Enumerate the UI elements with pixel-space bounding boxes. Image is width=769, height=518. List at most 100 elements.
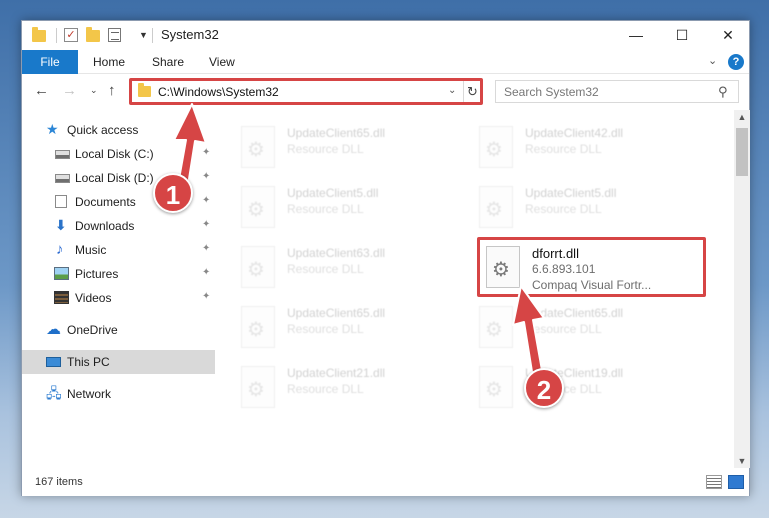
expand-ribbon-chevron-icon[interactable]: ⌄ <box>708 54 717 67</box>
search-icon[interactable]: ⚲ <box>718 84 728 100</box>
ribbon-tabs: File Home Share View ⌄ ? <box>22 50 749 74</box>
details-view-icon[interactable] <box>706 475 722 489</box>
file-type: Resource DLL <box>525 202 602 216</box>
computer-icon <box>46 357 61 367</box>
separator <box>56 28 57 43</box>
sidebar-item-network[interactable]: 🖧 Network <box>22 382 215 406</box>
pin-icon[interactable]: ✦ <box>202 291 210 302</box>
sidebar-item-quick-access[interactable]: ★ Quick access <box>22 118 215 142</box>
file-list: UpdateClient65.dll Resource DLL UpdateCl… <box>215 110 734 468</box>
quick-access-toolbar-dropdown-icon[interactable]: ▼ <box>139 30 148 40</box>
list-item[interactable]: UpdateClient42.dll Resource DLL <box>473 120 703 176</box>
sidebar-item-label: OneDrive <box>67 323 118 337</box>
dll-file-icon <box>479 366 513 408</box>
address-highlight-box <box>129 78 483 105</box>
folder-icon <box>32 27 46 42</box>
tab-file[interactable]: File <box>22 50 78 74</box>
dll-file-icon <box>241 306 275 348</box>
sidebar-item-onedrive[interactable]: ☁ OneDrive <box>22 318 215 342</box>
list-item[interactable]: UpdateClient5.dll Resource DLL <box>235 180 465 236</box>
list-item[interactable]: UpdateClient21.dll Resource DLL <box>235 360 465 416</box>
cloud-icon: ☁ <box>46 321 61 338</box>
file-type: Resource DLL <box>287 262 364 276</box>
vertical-scrollbar[interactable]: ▲ ▼ <box>734 110 750 468</box>
pin-icon[interactable]: ✦ <box>202 171 210 182</box>
scroll-down-icon[interactable]: ▼ <box>734 456 750 466</box>
pin-icon[interactable]: ✦ <box>202 147 210 158</box>
sidebar-item-label: Documents <box>75 195 136 209</box>
properties-check-icon[interactable]: ✓ <box>64 28 78 42</box>
up-arrow-icon[interactable]: ↑ <box>108 82 116 99</box>
recent-locations-chevron-icon[interactable]: ⌄ <box>90 85 98 96</box>
file-type: Resource DLL <box>287 142 364 156</box>
sidebar-item-label: Videos <box>75 291 112 305</box>
videos-icon <box>54 291 69 304</box>
step-2-badge: 2 <box>524 368 564 408</box>
sidebar-item-label: Pictures <box>75 267 119 281</box>
file-name: UpdateClient63.dll <box>287 246 386 260</box>
large-icons-view-icon[interactable] <box>728 475 744 489</box>
dll-file-icon <box>479 126 513 168</box>
file-name: UpdateClient65.dll <box>525 306 624 320</box>
file-type: Resource DLL <box>287 202 364 216</box>
network-icon: 🖧 <box>46 385 62 401</box>
file-name: UpdateClient42.dll <box>525 126 624 140</box>
dll-file-icon <box>241 126 275 168</box>
search-placeholder: Search System32 <box>504 85 599 99</box>
list-item[interactable]: UpdateClient65.dll Resource DLL <box>473 300 703 356</box>
download-icon: ⬇ <box>55 217 67 233</box>
minimize-button[interactable]: — <box>613 21 659 50</box>
scroll-up-icon[interactable]: ▲ <box>734 112 750 122</box>
sidebar-item-videos[interactable]: Videos ✦ <box>22 286 215 310</box>
tab-view[interactable]: View <box>209 50 235 74</box>
help-icon[interactable]: ? <box>728 54 744 70</box>
sidebar-item-this-pc[interactable]: This PC <box>22 350 215 374</box>
list-item[interactable]: UpdateClient5.dll Resource DLL <box>473 180 703 236</box>
sidebar-item-label: Downloads <box>75 219 135 233</box>
search-input[interactable]: Search System32 ⚲ <box>495 80 739 103</box>
drive-icon <box>55 150 70 159</box>
file-name: UpdateClient21.dll <box>287 366 386 380</box>
star-icon: ★ <box>46 121 59 137</box>
file-name: UpdateClient5.dll <box>525 186 617 200</box>
sidebar-item-downloads[interactable]: ⬇ Downloads ✦ <box>22 214 215 238</box>
status-bar: 167 items <box>22 468 749 496</box>
tab-share[interactable]: Share <box>152 50 184 74</box>
list-item[interactable]: UpdateClient19.dll Resource DLL <box>473 360 703 416</box>
scroll-thumb[interactable] <box>736 128 748 176</box>
list-item[interactable]: UpdateClient65.dll Resource DLL <box>235 300 465 356</box>
separator <box>152 28 153 43</box>
drive-icon <box>55 174 70 183</box>
file-type: Resource DLL <box>287 322 364 336</box>
explorer-window: ✓ ▼ System32 — ☐ ✕ File Home Share View … <box>21 20 750 496</box>
window-title: System32 <box>161 27 219 42</box>
tab-home[interactable]: Home <box>93 50 125 74</box>
dll-file-icon <box>241 246 275 288</box>
dll-file-icon <box>479 186 513 228</box>
close-button[interactable]: ✕ <box>705 21 751 50</box>
properties-icon[interactable] <box>108 28 121 42</box>
file-name: UpdateClient65.dll <box>287 306 386 320</box>
forward-arrow-icon[interactable]: → <box>62 82 77 99</box>
file-type: Resource DLL <box>525 322 602 336</box>
sidebar-item-music[interactable]: ♪ Music ✦ <box>22 238 215 262</box>
sidebar-item-pictures[interactable]: Pictures ✦ <box>22 262 215 286</box>
maximize-button[interactable]: ☐ <box>659 21 705 50</box>
pictures-icon <box>54 267 69 280</box>
file-name: UpdateClient5.dll <box>287 186 379 200</box>
pin-icon[interactable]: ✦ <box>202 195 210 206</box>
sidebar-item-label: Music <box>75 243 107 257</box>
title-bar: ✓ ▼ System32 — ☐ ✕ <box>22 21 749 50</box>
list-item[interactable]: UpdateClient63.dll Resource DLL <box>235 240 465 296</box>
step-1-badge: 1 <box>153 173 193 213</box>
pin-icon[interactable]: ✦ <box>202 243 210 254</box>
pin-icon[interactable]: ✦ <box>202 267 210 278</box>
list-item[interactable]: UpdateClient65.dll Resource DLL <box>235 120 465 176</box>
file-type: Resource DLL <box>525 142 602 156</box>
new-folder-icon[interactable] <box>86 27 100 42</box>
pin-icon[interactable]: ✦ <box>202 219 210 230</box>
sidebar-item-local-disk-c[interactable]: Local Disk (C:) ✦ <box>22 142 215 166</box>
item-count: 167 items <box>35 476 83 488</box>
file-type: Resource DLL <box>287 382 364 396</box>
back-arrow-icon[interactable]: ← <box>34 82 49 99</box>
